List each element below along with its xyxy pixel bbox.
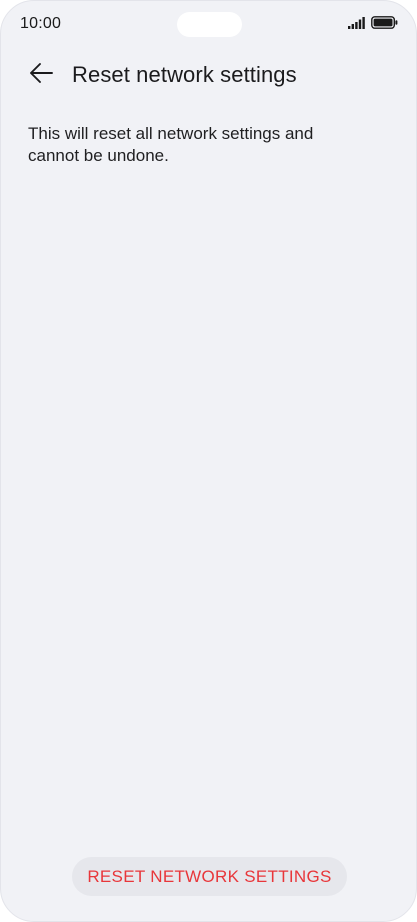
description-text: This will reset all network settings and… — [28, 124, 314, 165]
reset-network-settings-button[interactable]: RESET NETWORK SETTINGS — [72, 857, 347, 896]
signal-icon — [348, 16, 365, 29]
app-bar: Reset network settings — [1, 53, 416, 97]
status-time: 10:00 — [20, 15, 62, 32]
status-icons — [348, 16, 398, 29]
arrow-left-icon — [29, 62, 53, 89]
page-title: Reset network settings — [72, 62, 297, 87]
phone-screen: 10:00 Reset network settings This will r… — [0, 0, 417, 922]
status-bar: 10:00 — [1, 1, 416, 49]
battery-icon — [371, 16, 398, 29]
camera-cutout — [177, 12, 242, 37]
back-button[interactable] — [25, 59, 57, 91]
reset-button-label: RESET NETWORK SETTINGS — [87, 866, 332, 886]
